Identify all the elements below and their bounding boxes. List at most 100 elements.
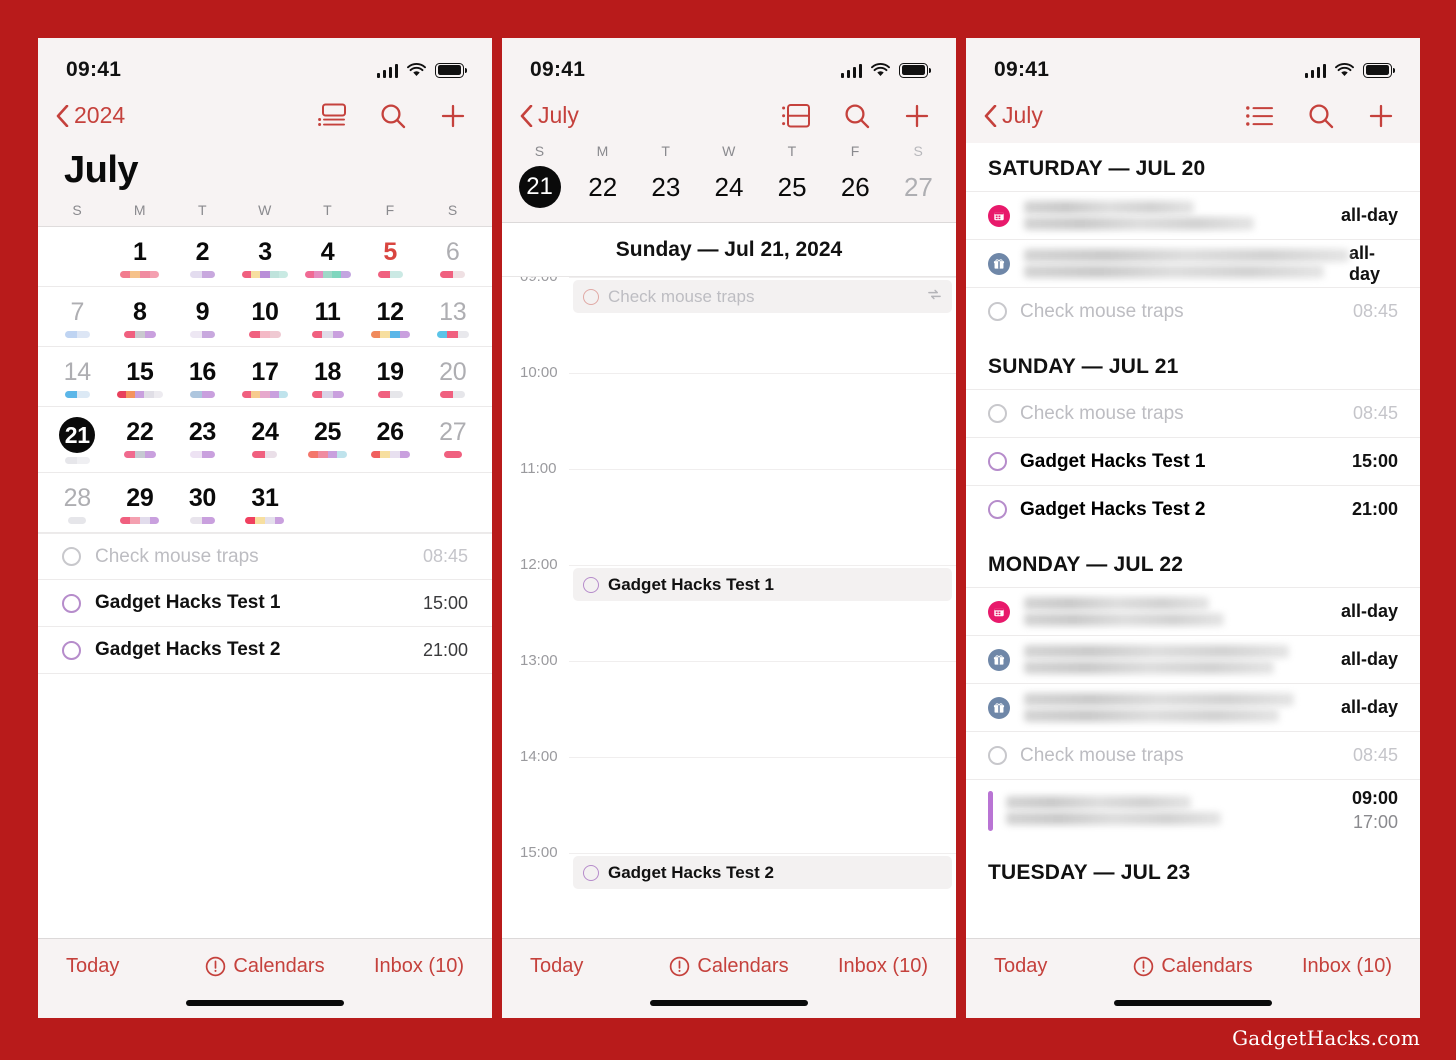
back-button[interactable]: July	[520, 102, 579, 129]
month-day-cell[interactable]: 17	[234, 357, 297, 398]
timeline-event-block[interactable]: Check mouse traps	[573, 280, 952, 313]
month-day-cell[interactable]: 25	[296, 417, 359, 464]
month-day-event-dots	[171, 391, 234, 398]
day-timeline[interactable]: 09:0010:0011:0012:0013:0014:0015:0016:00…	[502, 277, 956, 938]
month-day-cell[interactable]: 4	[296, 237, 359, 278]
agenda-row[interactable]: all-day	[966, 191, 1420, 239]
task-circle-icon[interactable]	[988, 500, 1007, 519]
plus-icon[interactable]	[1368, 103, 1394, 129]
month-day-cell[interactable]: 22	[109, 417, 172, 464]
week-strip-day[interactable]: 23	[634, 172, 697, 203]
month-day-cell[interactable]: 18	[296, 357, 359, 398]
month-day-cell[interactable]: 19	[359, 357, 422, 398]
month-day-event-dots	[234, 271, 297, 278]
task-circle-icon[interactable]	[62, 547, 81, 566]
day-view-icon[interactable]	[782, 103, 810, 129]
month-day-cell[interactable]: 6	[421, 237, 484, 278]
month-view-icon[interactable]	[318, 103, 346, 129]
task-circle-icon[interactable]	[988, 452, 1007, 471]
search-icon[interactable]	[1308, 103, 1334, 129]
list-view-icon[interactable]	[1246, 105, 1274, 127]
month-day-cell[interactable]: 7	[46, 297, 109, 338]
task-circle-icon[interactable]	[583, 288, 599, 305]
tab-today[interactable]: Today	[966, 955, 1127, 978]
search-icon[interactable]	[844, 103, 870, 129]
timeline-event-block[interactable]: Gadget Hacks Test 2	[573, 856, 952, 889]
task-circle-icon[interactable]	[583, 576, 599, 593]
month-day-cell[interactable]: 26	[359, 417, 422, 464]
month-day-cell[interactable]: 15	[109, 357, 172, 398]
search-icon[interactable]	[380, 103, 406, 129]
month-day-cell[interactable]: 9	[171, 297, 234, 338]
timeline-event-block[interactable]: Gadget Hacks Test 1	[573, 568, 952, 601]
month-day-cell[interactable]: 30	[171, 483, 234, 524]
week-strip-day[interactable]: 26	[824, 172, 887, 203]
month-day-cell[interactable]: 2	[171, 237, 234, 278]
month-day-cell[interactable]: 11	[296, 297, 359, 338]
agenda-row[interactable]: Check mouse traps 08:45	[966, 287, 1420, 335]
agenda-row[interactable]: Check mouse traps 08:45	[966, 731, 1420, 779]
tab-calendars[interactable]: Calendars	[1127, 955, 1260, 978]
agenda-section-header: SUNDAY — JUL 21	[988, 355, 1179, 378]
task-circle-icon[interactable]	[988, 746, 1007, 765]
plus-icon[interactable]	[440, 103, 466, 129]
timeline-hour-label: 12:00	[520, 556, 558, 573]
week-strip-day[interactable]: 22	[571, 172, 634, 203]
task-circle-icon[interactable]	[62, 640, 81, 660]
agenda-row[interactable]: Gadget Hacks Test 1 15:00	[966, 437, 1420, 485]
tab-today-label: Today	[994, 955, 1048, 977]
agenda-row[interactable]: 09:00 17:00	[966, 779, 1420, 841]
month-day-cell[interactable]: 27	[421, 417, 484, 464]
event-dot	[380, 331, 391, 338]
agenda-row[interactable]: all-day	[966, 635, 1420, 683]
month-day-cell[interactable]: 12	[359, 297, 422, 338]
month-day-cell-empty	[46, 237, 109, 278]
month-day-cell[interactable]: 1	[109, 237, 172, 278]
event-row[interactable]: Gadget Hacks Test 2 21:00	[38, 627, 492, 674]
event-row[interactable]: Gadget Hacks Test 1 15:00	[38, 580, 492, 627]
task-circle-icon[interactable]	[583, 864, 599, 881]
month-day-cell[interactable]: 14	[46, 357, 109, 398]
tab-today[interactable]: Today	[38, 955, 199, 978]
month-day-cell[interactable]: 8	[109, 297, 172, 338]
month-day-cell[interactable]: 13	[421, 297, 484, 338]
month-day-cell[interactable]: 16	[171, 357, 234, 398]
month-day-cell[interactable]: 10	[234, 297, 297, 338]
month-day-cell[interactable]: 29	[109, 483, 172, 524]
status-bar: 09:41	[966, 38, 1420, 96]
tab-calendars[interactable]: Calendars	[663, 955, 796, 978]
month-day-cell[interactable]: 24	[234, 417, 297, 464]
month-day-event-dots	[109, 271, 172, 278]
tab-today[interactable]: Today	[502, 955, 663, 978]
agenda-row[interactable]: all-day	[966, 587, 1420, 635]
month-day-cell[interactable]: 21	[46, 417, 109, 464]
agenda-row[interactable]: Gadget Hacks Test 2 21:00	[966, 485, 1420, 533]
back-button[interactable]: 2024	[56, 102, 125, 129]
agenda-section-header: SATURDAY — JUL 20	[988, 157, 1206, 180]
month-day-cell[interactable]: 5	[359, 237, 422, 278]
month-day-cell[interactable]: 20	[421, 357, 484, 398]
agenda-row[interactable]: Check mouse traps 08:45	[966, 389, 1420, 437]
task-circle-icon[interactable]	[988, 302, 1007, 321]
week-strip-day[interactable]: 25	[761, 172, 824, 203]
agenda-row[interactable]: all-day	[966, 683, 1420, 731]
back-button[interactable]: July	[984, 102, 1043, 129]
plus-icon[interactable]	[904, 103, 930, 129]
event-row[interactable]: Check mouse traps 08:45	[38, 533, 492, 580]
month-day-cell[interactable]: 28	[46, 483, 109, 524]
tab-today-label: Today	[530, 955, 584, 977]
agenda-row[interactable]: all-day	[966, 239, 1420, 287]
task-circle-icon[interactable]	[62, 593, 81, 613]
tab-inbox[interactable]: Inbox (10)	[795, 955, 956, 978]
month-day-cell[interactable]: 31	[234, 483, 297, 524]
tab-inbox[interactable]: Inbox (10)	[331, 955, 492, 978]
week-strip-day[interactable]: 21	[508, 166, 571, 208]
week-strip-day[interactable]: 24	[697, 172, 760, 203]
month-day-cell[interactable]: 3	[234, 237, 297, 278]
month-day-cell[interactable]: 23	[171, 417, 234, 464]
week-strip-day[interactable]: 27	[887, 172, 950, 203]
tab-inbox[interactable]: Inbox (10)	[1259, 955, 1420, 978]
task-circle-icon[interactable]	[988, 404, 1007, 423]
tab-calendars[interactable]: Calendars	[199, 955, 332, 978]
timeline-hour-row: 13:00	[502, 652, 956, 709]
